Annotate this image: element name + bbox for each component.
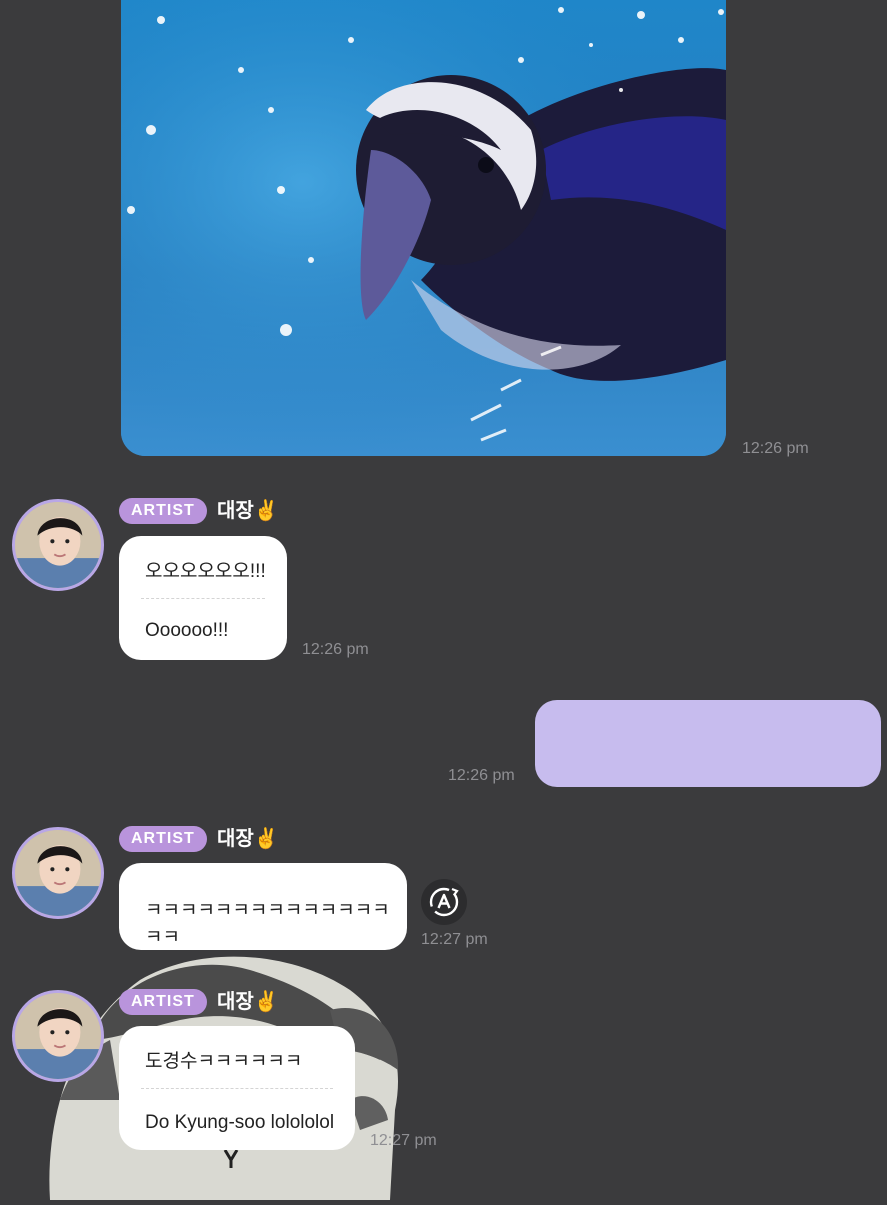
artist-badge: ARTIST (119, 826, 207, 852)
my-message-timestamp: 12:26 pm (448, 767, 515, 784)
message-translation-text: Do Kyung-soo lolololol (145, 1112, 335, 1133)
message-translation-text: Oooooo!!! (145, 620, 229, 641)
translation-divider (141, 598, 265, 599)
message-original-text: 오오오오오오!!! (145, 561, 266, 582)
chat-view: 12:26 pm ARTIST 대장✌️ 오오오오오오!!! Oooooo!!!… (0, 0, 887, 1200)
message-text: ㅋㅋㅋㅋㅋㅋㅋㅋㅋㅋㅋㅋㅋㅋㅋㅋ (145, 900, 390, 948)
avatar[interactable] (12, 990, 104, 1082)
message-original-text: 도경수ㅋㅋㅋㅋㅋㅋ (145, 1051, 303, 1072)
message-bubble[interactable]: ㅋㅋㅋㅋㅋㅋㅋㅋㅋㅋㅋㅋㅋㅋㅋㅋ (119, 863, 407, 950)
translation-divider (141, 1088, 333, 1089)
photo-timestamp: 12:26 pm (742, 440, 809, 457)
message-timestamp: 12:27 pm (370, 1132, 437, 1149)
avatar[interactable] (12, 499, 104, 591)
avatar[interactable] (12, 827, 104, 919)
sender-name[interactable]: 대장✌️ (217, 989, 279, 1015)
sender-name[interactable]: 대장✌️ (217, 498, 279, 524)
message-timestamp: 12:26 pm (302, 641, 369, 658)
sender-name[interactable]: 대장✌️ (217, 826, 279, 852)
message-bubble[interactable]: 도경수ㅋㅋㅋㅋㅋㅋ Do Kyung-soo lolololol (119, 1026, 355, 1150)
message-timestamp: 12:27 pm (421, 931, 488, 948)
artist-badge: ARTIST (119, 989, 207, 1015)
my-message-bubble[interactable] (535, 700, 881, 787)
artist-badge: ARTIST (119, 498, 207, 524)
translate-button[interactable] (421, 879, 467, 925)
penguin-photo[interactable] (121, 0, 726, 456)
translate-icon (429, 887, 459, 917)
message-bubble[interactable]: 오오오오오오!!! Oooooo!!! (119, 536, 287, 660)
